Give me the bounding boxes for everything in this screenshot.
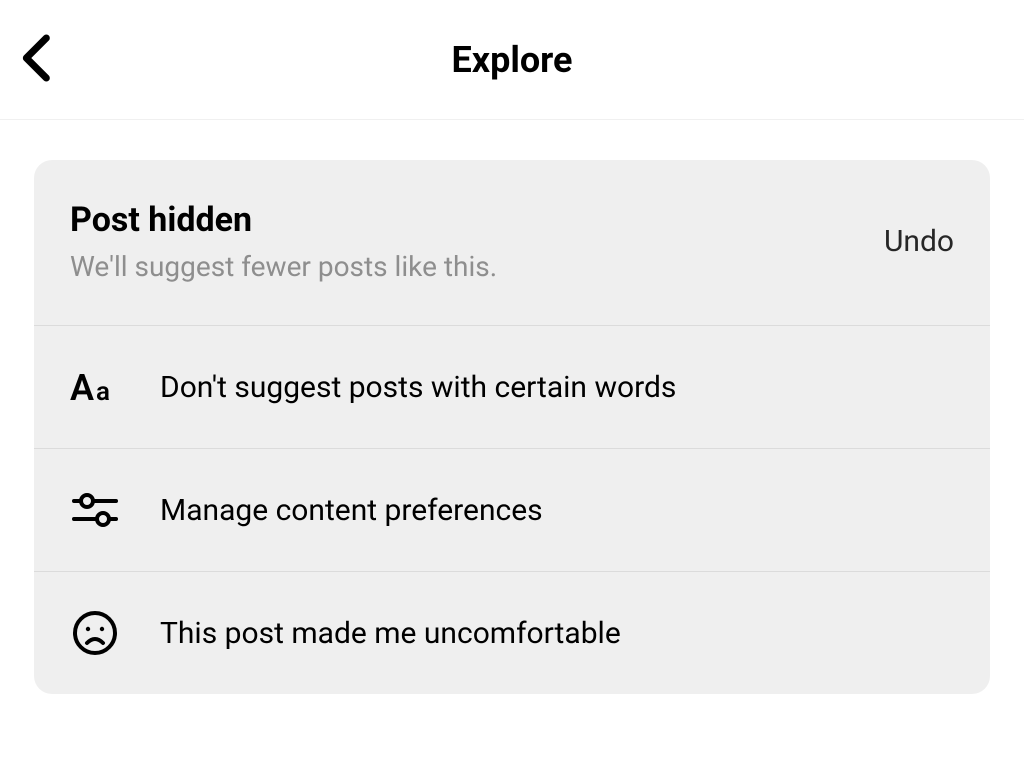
sliders-icon [70, 485, 120, 535]
post-hidden-card: Post hidden We'll suggest fewer posts li… [34, 160, 990, 694]
card-header-text: Post hidden We'll suggest fewer posts li… [70, 200, 497, 283]
chevron-left-icon [18, 31, 58, 85]
back-button[interactable] [18, 31, 58, 89]
svg-text:a: a [96, 377, 110, 407]
option-dont-suggest-words[interactable]: A a Don't suggest posts with certain wor… [34, 326, 990, 449]
card-header: Post hidden We'll suggest fewer posts li… [34, 160, 990, 326]
option-label: Manage content preferences [160, 493, 543, 528]
card-title: Post hidden [70, 200, 497, 240]
text-aa-icon: A a [70, 362, 120, 412]
option-uncomfortable[interactable]: This post made me uncomfortable [34, 572, 990, 694]
option-label: Don't suggest posts with certain words [160, 370, 676, 405]
sad-face-icon [70, 608, 120, 658]
header-bar: Explore [0, 0, 1024, 120]
option-manage-preferences[interactable]: Manage content preferences [34, 449, 990, 572]
option-label: This post made me uncomfortable [160, 616, 621, 651]
card-subtitle: We'll suggest fewer posts like this. [70, 250, 497, 283]
undo-button[interactable]: Undo [884, 224, 954, 259]
page-title: Explore [452, 39, 573, 81]
svg-text:A: A [70, 367, 94, 409]
